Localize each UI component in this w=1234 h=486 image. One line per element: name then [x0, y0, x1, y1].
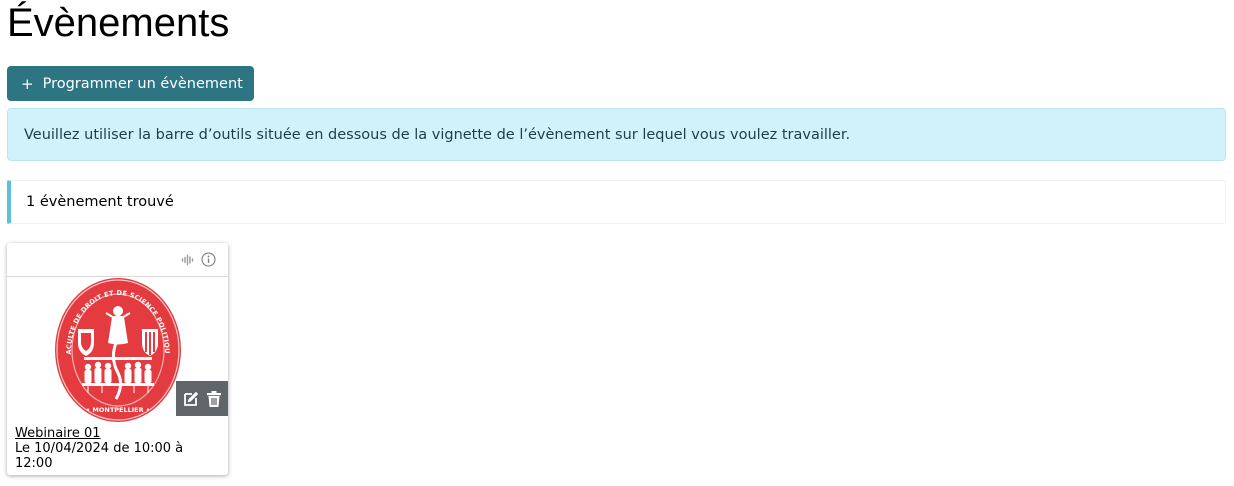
plus-icon: + [21, 74, 34, 93]
edit-icon[interactable] [182, 390, 200, 408]
svg-text:• MONTPELLIER •: • MONTPELLIER • [85, 406, 149, 414]
faculty-seal-logo: FACULTE DE DROIT ET DE SCIENCE POLITIQUE… [54, 277, 181, 422]
event-card: FACULTE DE DROIT ET DE SCIENCE POLITIQUE… [7, 243, 228, 475]
event-card-header [7, 243, 228, 277]
event-card-body: Webinaire 01 Le 10/04/2024 de 10:00 à 12… [7, 417, 228, 471]
info-icon[interactable] [201, 252, 216, 267]
schedule-event-label: Programmer un évènement [42, 75, 243, 92]
event-title-link[interactable]: Webinaire 01 [15, 426, 101, 441]
event-thumbnail[interactable]: FACULTE DE DROIT ET DE SCIENCE POLITIQUE… [7, 277, 228, 422]
info-alert-text: Veuillez utiliser la barre d’outils situ… [24, 126, 851, 143]
schedule-event-button[interactable]: + Programmer un évènement [7, 66, 254, 101]
event-schedule: Le 10/04/2024 de 10:00 à 12:00 [15, 441, 184, 471]
results-count-text: 1 évènement trouvé [26, 194, 174, 210]
trash-icon[interactable] [206, 390, 222, 408]
audio-waveform-icon[interactable] [181, 253, 195, 267]
info-alert: Veuillez utiliser la barre d’outils situ… [7, 108, 1226, 161]
page-title: Évènements [7, 1, 230, 45]
event-toolbar [176, 381, 228, 416]
results-count-box: 1 évènement trouvé [7, 180, 1226, 224]
